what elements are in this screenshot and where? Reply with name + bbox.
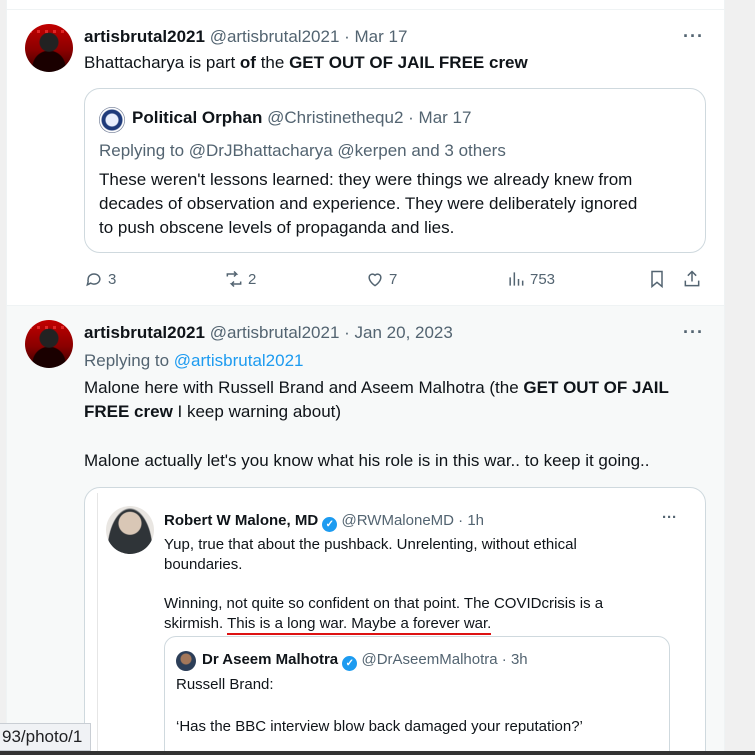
scrollbar[interactable] [725,0,755,755]
verified-icon: ✓ [322,517,338,532]
avatar[interactable] [99,107,125,133]
share-icon [684,270,700,287]
tweet[interactable]: artisbrutal2021 @artisbrutal2021 · Mar 1… [7,10,724,306]
nested-quote-line: Russell Brand: [176,676,274,693]
bookmark-button[interactable] [647,269,667,289]
avatar[interactable] [25,320,73,368]
retweet-button[interactable]: 2 [224,269,256,289]
avatar [176,651,196,671]
tweet-text-line: Malone here with Russell Brand and Aseem… [84,376,669,399]
nested-quote-line: ‘Has the BBC interview blow back damaged… [176,718,583,735]
divider [7,0,724,10]
display-name[interactable]: artisbrutal2021 [84,27,205,46]
tweet-text-part: the [255,53,290,72]
like-button[interactable]: 7 [365,269,397,289]
tweet-text-bold: GET OUT OF JAIL FREE crew [289,53,528,72]
tweet-header: artisbrutal2021 @artisbrutal2021 · Mar 1… [84,27,407,47]
reply-icon [86,273,101,287]
more-options-icon[interactable]: ··· [683,322,704,343]
timestamp: · 3h [501,651,528,668]
embedded-screenshot: Robert W Malone, MD ✓ @RWMaloneMD · 1h ·… [97,493,697,755]
bookmark-icon [651,270,663,289]
reply-count: 3 [108,270,117,288]
handle: @DrAseemMalhotra [361,651,498,668]
handle[interactable]: @artisbrutal2021 [210,323,340,342]
share-button[interactable] [682,269,702,289]
display-name[interactable]: artisbrutal2021 [84,323,205,342]
tweet-text-part: I keep warning about) [172,402,342,421]
retweet-count: 2 [248,270,257,288]
analytics-icon [509,272,524,286]
reply-button[interactable]: 3 [84,269,116,289]
quote-text: These weren't lessons learned: they were… [99,168,637,240]
more-options-icon: ··· [662,509,677,526]
nested-quote-header: Dr Aseem Malhotra ✓ @DrAseemMalhotra · 3… [202,651,528,671]
status-bar-url: 93/photo/1 [0,723,92,751]
tweet-header: artisbrutal2021 @artisbrutal2021 · Jan 2… [84,323,453,343]
views-button[interactable]: 753 [506,269,555,289]
screenshot-text-part: skirmish. [164,615,228,632]
screenshot-line: Yup, true that about the pushback. Unrel… [164,536,577,553]
display-name: Political Orphan [132,108,263,127]
tweet-text-part: Bhattacharya is part [84,53,240,72]
underlined-text: This is a long war. Maybe a forever war. [227,615,492,635]
handle: @RWMaloneMD [341,512,454,529]
verified-icon: ✓ [342,656,358,671]
replying-to: Replying to @DrJBhattacharya @kerpen and… [99,141,506,160]
quote-line: to push obscene levels of propaganda and… [99,218,455,237]
timestamp: · 1h [458,512,485,529]
quote-line: These weren't lessons learned: they were… [99,170,633,189]
views-count: 753 [530,270,556,288]
taskbar-edge [0,751,755,755]
like-count: 7 [389,270,398,288]
action-bar: 3 2 7 753 [84,269,706,293]
timestamp: · Mar 17 [408,108,472,127]
timestamp[interactable]: · Mar 17 [344,27,407,46]
tweet-text-bold: of [239,53,256,72]
attached-photo[interactable]: Robert W Malone, MD ✓ @RWMaloneMD · 1h ·… [84,487,706,755]
display-name: Robert W Malone, MD [164,512,319,529]
replying-handle-link[interactable]: @artisbrutal2021 [174,351,304,370]
avatar[interactable] [25,24,73,72]
timeline: artisbrutal2021 @artisbrutal2021 · Mar 1… [6,0,725,755]
timestamp[interactable]: · Jan 20, 2023 [344,323,453,342]
tweet-text-part: Malone here with Russell Brand and Aseem… [84,378,524,397]
handle[interactable]: @artisbrutal2021 [210,27,340,46]
handle: @Christinethequ2 [267,108,404,127]
quote-header: Political Orphan @Christinethequ2 · Mar … [132,108,471,128]
display-name: Dr Aseem Malhotra [202,651,339,668]
more-options-icon[interactable]: ··· [683,26,704,47]
screenshot-line: boundaries. [164,556,243,573]
heart-icon [368,273,382,287]
avatar [106,506,154,554]
tweet-text-bold: GET OUT OF JAIL [523,378,669,397]
tweet-text-bold: FREE crew [84,402,173,421]
tweet[interactable]: artisbrutal2021 @artisbrutal2021 · Jan 2… [7,306,724,755]
quote-line: decades of observation and experience. T… [99,194,638,213]
tweet-text: Bhattacharya is part of the GET OUT OF J… [84,51,528,74]
screenshot-line: skirmish. This is a long war. Maybe a fo… [164,614,492,635]
quoted-tweet[interactable]: Political Orphan @Christinethequ2 · Mar … [84,88,706,253]
screenshot-header: Robert W Malone, MD ✓ @RWMaloneMD · 1h [164,512,484,532]
tweet-text-line: FREE crew I keep warning about) [84,400,341,423]
retweet-icon [226,270,242,288]
tweet-text-line: Malone actually let's you know what his … [84,451,650,470]
replying-prefix: Replying to [84,351,174,370]
nested-quote: Dr Aseem Malhotra ✓ @DrAseemMalhotra · 3… [164,636,670,755]
screenshot-line: Winning, not quite so confident on that … [164,595,604,612]
replying-to: Replying to @artisbrutal2021 [84,349,304,372]
